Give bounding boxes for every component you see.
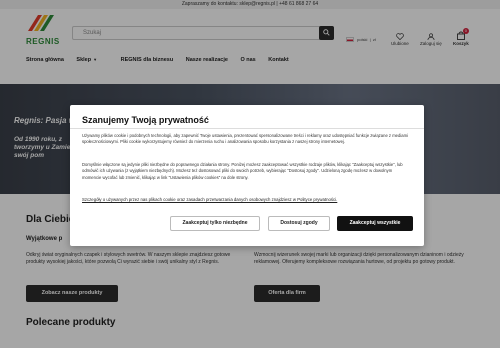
cookie-dialog-title: Szanujemy Twoją prywatność <box>82 115 209 125</box>
accept-necessary-button[interactable]: Zaakceptuj tylko niezbędne <box>170 216 260 231</box>
cookie-consent-dialog: Szanujemy Twoją prywatność Używamy plikó… <box>70 105 424 246</box>
cookie-paragraph-2: Domyślnie włączone są jedynie pliki niez… <box>82 162 403 180</box>
accept-all-button[interactable]: Zaakceptuj wszystkie <box>337 216 413 231</box>
cookie-paragraph-1: Używamy plików cookie i podobnych techno… <box>82 133 409 145</box>
customize-consent-button[interactable]: Dostosuj zgody <box>268 216 330 231</box>
cookie-dialog-divider <box>70 128 424 129</box>
privacy-policy-link[interactable]: Szczegóły o używanych przez nas plikach … <box>82 197 337 202</box>
